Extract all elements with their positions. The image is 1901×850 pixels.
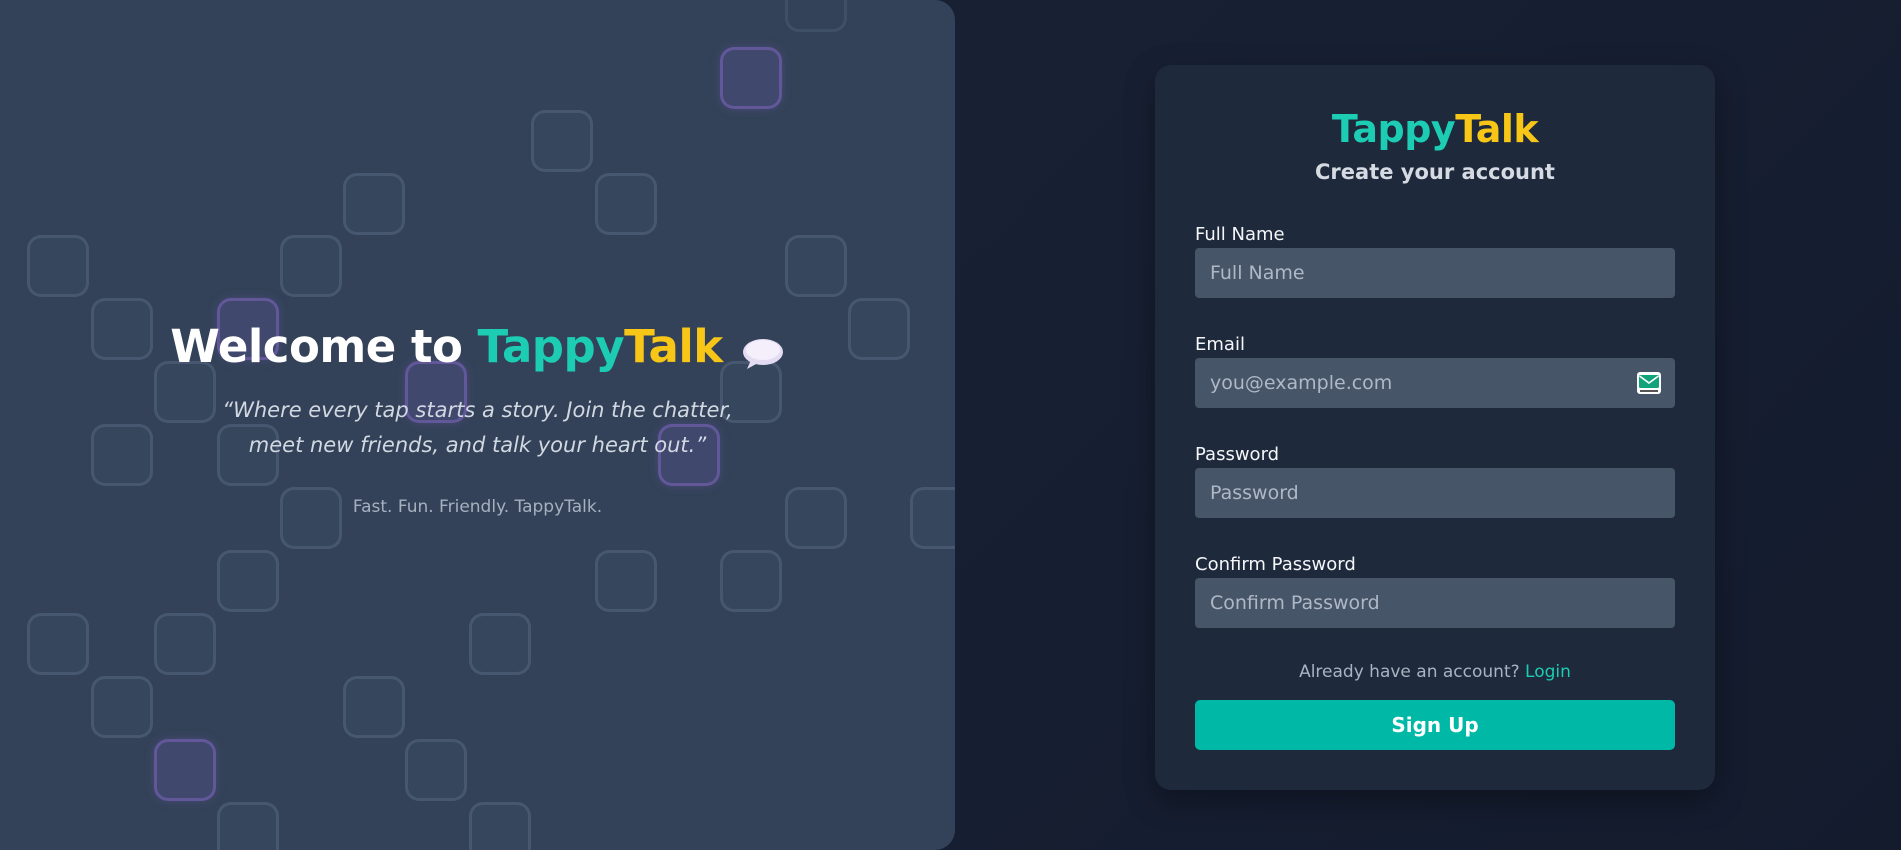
sign-up-button[interactable]: Sign Up bbox=[1195, 700, 1675, 750]
confirm-password-field-group: Confirm Password bbox=[1195, 552, 1675, 628]
password-field-group: Password bbox=[1195, 442, 1675, 518]
login-link[interactable]: Login bbox=[1525, 662, 1571, 682]
full-name-input-box bbox=[1195, 248, 1675, 298]
mail-icon bbox=[1637, 372, 1661, 394]
password-input-box bbox=[1195, 468, 1675, 518]
welcome-content: Welcome to TappyTalk “Where every tap st… bbox=[0, 320, 955, 517]
welcome-panel: Welcome to TappyTalk “Where every tap st… bbox=[0, 0, 955, 850]
card-subtitle: Create your account bbox=[1315, 160, 1555, 184]
login-prompt-text: Already have an account? bbox=[1299, 662, 1526, 682]
password-label: Password bbox=[1195, 444, 1280, 465]
email-label: Email bbox=[1195, 334, 1245, 355]
login-prompt: Already have an account? Login bbox=[1155, 662, 1715, 682]
signup-card: TappyTalk Create your account Full Name … bbox=[1155, 65, 1715, 790]
full-name-input[interactable] bbox=[1195, 248, 1675, 298]
full-name-field-group: Full Name bbox=[1195, 222, 1675, 298]
card-brand-part2: Talk bbox=[1455, 107, 1539, 151]
email-input[interactable] bbox=[1195, 358, 1675, 408]
welcome-heading: Welcome to TappyTalk bbox=[170, 320, 784, 373]
card-brand-part1: Tappy bbox=[1331, 107, 1456, 151]
card-logo: TappyTalk bbox=[1155, 107, 1715, 151]
welcome-prefix: Welcome to bbox=[170, 320, 478, 373]
email-field-group: Email bbox=[1195, 332, 1675, 408]
confirm-password-input-box bbox=[1195, 578, 1675, 628]
full-name-label: Full Name bbox=[1195, 224, 1285, 245]
signup-page: Welcome to TappyTalk “Where every tap st… bbox=[0, 0, 1901, 850]
welcome-tagline: Fast. Fun. Friendly. TappyTalk. bbox=[352, 497, 603, 517]
confirm-password-input[interactable] bbox=[1195, 578, 1675, 628]
password-input[interactable] bbox=[1195, 468, 1675, 518]
email-input-box bbox=[1195, 358, 1675, 408]
confirm-password-label: Confirm Password bbox=[1195, 554, 1356, 575]
speech-bubble-icon bbox=[741, 330, 785, 369]
welcome-quote: “Where every tap starts a story. Join th… bbox=[222, 398, 733, 457]
brand-name-part1: Tappy bbox=[477, 320, 625, 373]
brand-name-part2: Talk bbox=[624, 320, 723, 373]
